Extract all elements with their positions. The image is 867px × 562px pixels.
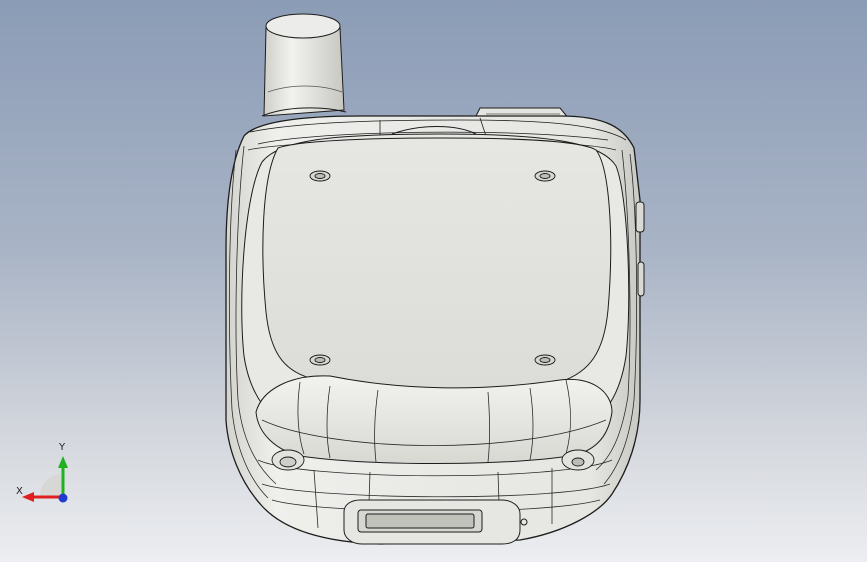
cad-graphics-area[interactable]: X Y	[0, 0, 867, 562]
bottom-connector	[343, 499, 528, 545]
antenna	[261, 13, 347, 117]
y-axis-label: Y	[59, 442, 66, 453]
handheld-radio-model[interactable]	[0, 0, 867, 562]
x-axis-label: X	[16, 486, 23, 497]
axis-arrows-icon	[22, 456, 68, 503]
coordinate-triad: X Y	[12, 440, 78, 510]
bottom-bumper	[255, 375, 613, 464]
